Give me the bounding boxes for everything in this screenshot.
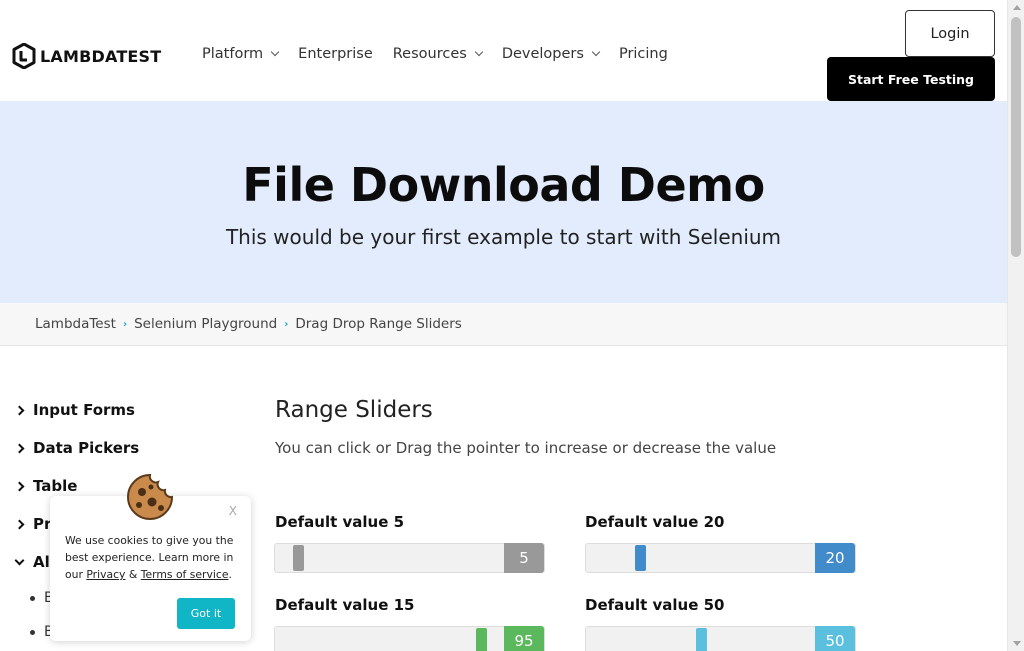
breadcrumb-current: Drag Drop Range Sliders [295,316,462,332]
login-button[interactable]: Login [905,10,995,57]
breadcrumb: LambdaTest › Selenium Playground › Drag … [0,303,1007,346]
scrollbar-thumb[interactable] [1011,17,1021,257]
chevron-down-icon [14,555,25,565]
main-nav: Platform Enterprise Resources Developers… [202,46,688,62]
slider-thumb[interactable] [476,628,487,651]
section-title: Range Sliders [275,397,433,423]
cookie-message: We use cookies to give you the best expe… [65,532,240,583]
bullet-icon [30,629,35,635]
nav-label: Enterprise [298,46,373,62]
chevron-right-icon [14,481,25,491]
slider-track[interactable] [275,544,505,572]
sidebar-item-label: Input Forms [33,401,135,419]
page-scrollbar[interactable] [1007,0,1024,651]
chevron-down-icon [474,47,484,57]
slider-track[interactable] [275,627,505,651]
nav-pricing[interactable]: Pricing [619,46,668,62]
slider-label: Default value 15 [275,596,415,614]
page-title: File Download Demo [242,158,765,212]
chevron-right-icon [14,405,25,415]
terms-of-service-link[interactable]: Terms of service [141,568,229,581]
sidebar-item-table[interactable]: Table [14,477,78,495]
bullet-icon [30,595,35,601]
sidebar-item-label: Pr [33,515,52,533]
nav-resources[interactable]: Resources [392,46,484,62]
nav-enterprise[interactable]: Enterprise [298,46,373,62]
page-subtitle: This would be your first example to star… [225,225,782,249]
slider-track[interactable] [586,544,816,572]
logo-text: LAMBDATEST [40,46,162,66]
cookie-icon [127,473,174,520]
chevron-down-icon [270,47,280,57]
chevron-right-icon: › [284,318,289,330]
slider-thumb[interactable] [696,628,707,651]
section-description: You can click or Drag the pointer to inc… [275,439,777,457]
close-icon[interactable]: X [229,504,237,518]
slider-output: 5 [504,543,544,573]
nav-label: Developers [501,46,584,62]
got-it-button[interactable]: Got it [177,598,235,629]
nav-developers[interactable]: Developers [501,46,601,62]
nav-label: Pricing [618,46,668,62]
nav-label: Resources [392,46,467,62]
slider-output: 20 [815,543,855,573]
start-free-testing-button[interactable]: Start Free Testing [827,57,995,101]
privacy-link[interactable]: Privacy [86,568,125,581]
slider-label: Default value 20 [585,513,725,531]
range-slider[interactable]: 95 [274,626,545,651]
chevron-right-icon: › [122,318,128,330]
slider-label: Default value 50 [585,596,725,614]
chevron-right-icon [14,443,25,453]
sidebar-item-input-forms[interactable]: Input Forms [14,401,135,419]
chevron-down-icon [591,47,601,57]
slider-output: 50 [815,626,855,651]
logo[interactable]: LAMBDATEST [12,43,161,69]
sidebar-item-alerts[interactable]: Al [14,553,50,571]
scroll-up-arrow-icon[interactable] [1013,5,1021,10]
range-slider[interactable]: 20 [585,543,856,573]
nav-platform[interactable]: Platform [202,46,280,62]
sidebar-item-label: Data Pickers [33,439,140,457]
slider-thumb[interactable] [293,545,304,571]
sidebar-item-label: Al [33,553,50,571]
sidebar-item-progress[interactable]: Pr [14,515,52,533]
slider-thumb[interactable] [635,545,646,571]
lambdatest-logo-icon [12,43,36,69]
scroll-down-arrow-icon[interactable] [1013,641,1021,646]
site-header: LAMBDATEST Platform Enterprise Resources… [0,0,1007,101]
range-slider[interactable]: 5 [274,543,545,573]
nav-label: Platform [202,46,264,62]
slider-track[interactable] [586,627,816,651]
cookie-period: . [228,568,232,581]
breadcrumb-selenium-playground[interactable]: Selenium Playground [134,316,277,332]
slider-output: 95 [504,626,544,651]
range-slider[interactable]: 50 [585,626,856,651]
breadcrumb-lambdatest[interactable]: LambdaTest [35,316,116,332]
slider-label: Default value 5 [275,513,405,531]
hero-banner: File Download Demo This would be your fi… [0,101,1007,303]
cookie-amp: & [125,568,141,581]
sidebar-item-data-pickers[interactable]: Data Pickers [14,439,140,457]
sidebar-item-label: Table [33,477,78,495]
chevron-right-icon [14,519,25,529]
